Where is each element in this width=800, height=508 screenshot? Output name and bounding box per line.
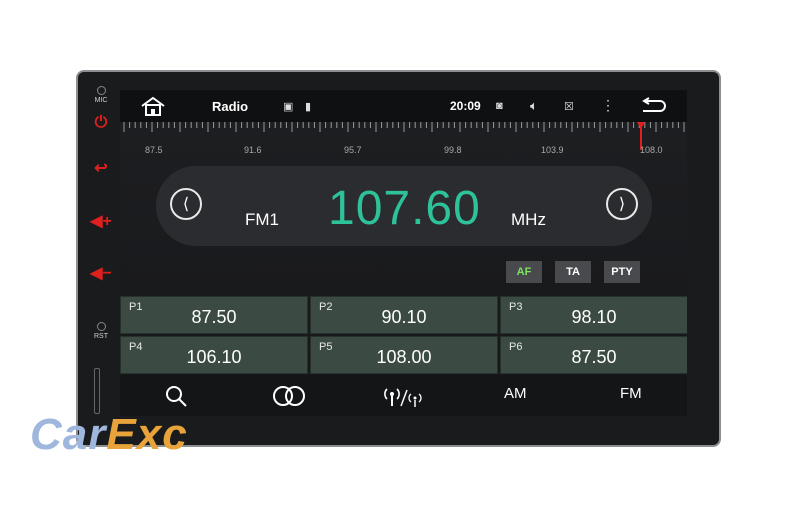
card-slot	[94, 368, 100, 414]
preset-frequency: 87.50	[191, 307, 237, 327]
frequency-panel: ⟨ FM1 107.60 MHz ⟩	[156, 166, 652, 246]
mic-label: MIC	[94, 97, 108, 104]
scale-label: 87.5	[145, 145, 163, 155]
seek-previous-button[interactable]: ⟨	[170, 188, 202, 220]
frequency-scale[interactable]	[120, 122, 687, 158]
preset-frequency: 90.10	[381, 307, 427, 327]
fm-button[interactable]: FM	[620, 385, 642, 402]
preset-p4[interactable]: P4 106.10	[120, 336, 308, 374]
volume-down-button[interactable]: ◀−	[86, 263, 116, 283]
back-icon[interactable]	[640, 97, 666, 115]
preset-frequency: 87.50	[571, 347, 617, 367]
preset-p3[interactable]: P3 98.10	[500, 296, 687, 334]
search-icon[interactable]	[164, 384, 188, 408]
camera-icon[interactable]: ◙	[496, 100, 503, 112]
gallery-icon: ▣	[283, 101, 294, 113]
preset-frequency: 98.10	[571, 307, 617, 327]
volume-up-button[interactable]: ◀+	[86, 211, 116, 231]
volume-icon[interactable]: 🔈︎	[530, 98, 538, 114]
ta-button[interactable]: TA	[555, 261, 591, 283]
previous-icon: ⟨	[182, 196, 190, 213]
frequency-unit: MHz	[511, 210, 546, 229]
radio-screen: Radio ▣ ▮ 20:09 ◙ 🔈︎ ☒ ⋮ 87.5 91.6 95.7 …	[120, 90, 687, 416]
back-hw-button[interactable]: ↩	[86, 158, 116, 178]
preset-frequency: 106.10	[186, 347, 242, 367]
sd-card-icon: ▮	[305, 101, 312, 113]
menu-icon[interactable]: ⋮	[601, 97, 615, 114]
scale-label: 91.6	[244, 145, 262, 155]
tuning-needle-head	[637, 122, 645, 129]
clock: 20:09	[450, 99, 481, 113]
reset-dot-icon	[96, 322, 106, 331]
rst-label: RST	[94, 333, 108, 340]
af-button[interactable]: AF	[506, 261, 542, 283]
local-distance-icon[interactable]	[382, 384, 424, 408]
watermark-part-1: Car	[30, 410, 107, 459]
preset-frequency: 108.00	[376, 347, 432, 367]
page-title: Radio	[212, 99, 249, 114]
bottom-toolbar: AM FM	[120, 375, 687, 416]
close-window-icon[interactable]: ☒	[564, 100, 574, 113]
mic-dot-icon	[96, 86, 106, 95]
watermark-part-2: Exc	[106, 410, 188, 459]
carexc-watermark: CarExc	[30, 410, 188, 460]
scale-label: 103.9	[541, 145, 564, 155]
am-button[interactable]: AM	[504, 385, 527, 402]
stereo-icon[interactable]	[272, 385, 306, 407]
scale-label: 108.0	[640, 145, 663, 155]
power-button[interactable]: ⏻	[86, 114, 116, 132]
preset-p1[interactable]: P1 87.50	[120, 296, 308, 334]
preset-p2[interactable]: P2 90.10	[310, 296, 498, 334]
next-icon: ⟩	[618, 196, 626, 213]
pty-button[interactable]: PTY	[604, 261, 640, 283]
reset-hole[interactable]: RST	[86, 322, 116, 340]
mic-hole: MIC	[86, 86, 116, 104]
home-icon[interactable]	[140, 96, 166, 116]
status-bar: Radio ▣ ▮ 20:09 ◙ 🔈︎ ☒ ⋮	[120, 90, 687, 122]
frequency-display: 107.60	[328, 182, 481, 235]
preset-p5[interactable]: P5 108.00	[310, 336, 498, 374]
seek-next-button[interactable]: ⟩	[606, 188, 638, 220]
scale-label: 99.8	[444, 145, 462, 155]
scale-label: 95.7	[344, 145, 362, 155]
band-label: FM1	[245, 210, 279, 229]
preset-p6[interactable]: P6 87.50	[500, 336, 687, 374]
preset-grid: P1 87.50 P2 90.10 P3 98.10 P4 106.10 P5 …	[120, 296, 687, 374]
